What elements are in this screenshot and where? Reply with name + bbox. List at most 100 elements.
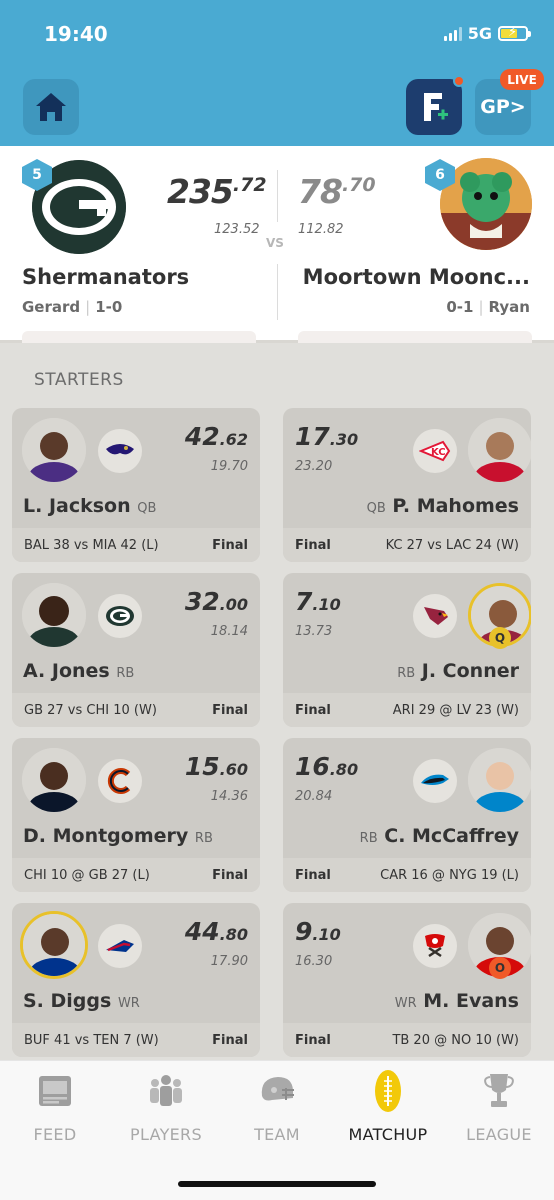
network-label: 5G (467, 24, 492, 43)
record-left: 1-0 (95, 298, 123, 316)
player-points: 44.80 (185, 917, 248, 946)
game-result: CAR 16 @ NYG 19 (L) (380, 867, 519, 883)
home-indicator[interactable] (178, 1181, 376, 1187)
game-status: Final (295, 867, 331, 883)
projected-left: 123.52 (214, 222, 260, 237)
team-name-left[interactable]: Shermanators (22, 265, 189, 289)
card-footer: GB 27 vs CHI 10 (W) Final (12, 693, 260, 727)
projected-points: 13.73 (295, 624, 333, 639)
player-position: RB (116, 666, 135, 681)
player-name: M. Evans (423, 990, 519, 1012)
tab-label: FEED (33, 1125, 77, 1144)
progress-stub-right (298, 331, 532, 343)
card-footer: CHI 10 @ GB 27 (L) Final (12, 858, 260, 892)
points-int: 32 (184, 587, 220, 616)
player-name: C. McCaffrey (384, 825, 519, 847)
tab-bar: FEED PLAYERS TEAM MATCHUP LEAGUE (0, 1060, 554, 1200)
player-photo (22, 748, 86, 812)
card-footer: Final ARI 29 @ LV 23 (W) (283, 693, 531, 727)
points-dec: .00 (219, 595, 248, 614)
game-status: Final (212, 867, 248, 883)
football-icon (368, 1070, 408, 1112)
tab-league[interactable]: LEAGUE (444, 1061, 554, 1161)
projected-points: 14.36 (210, 789, 248, 804)
projected-points: 20.84 (295, 789, 333, 804)
player-position: QB (137, 501, 157, 516)
player-position: QB (366, 501, 386, 516)
points-int: 16 (295, 752, 330, 781)
game-result: CHI 10 @ GB 27 (L) (24, 867, 150, 883)
tab-team[interactable]: TEAM (222, 1061, 332, 1161)
player-name-row: WR M. Evans (395, 990, 519, 1012)
tab-label: LEAGUE (466, 1125, 532, 1144)
player-card[interactable]: 42.62 19.70 L. Jackson QB BAL 38 vs MIA … (12, 408, 260, 562)
vs-label: VS (266, 236, 284, 250)
live-badge: LIVE (500, 69, 544, 90)
player-name: L. Jackson (23, 495, 131, 517)
player-card[interactable]: 15.60 14.36 D. Montgomery RB CHI 10 @ GB… (12, 738, 260, 892)
status-indicators: 5G ⚡ (443, 24, 531, 43)
f-plus-icon (424, 93, 448, 121)
helmet-icon (257, 1071, 297, 1111)
points-dec: .30 (329, 430, 359, 449)
trophy-icon (479, 1071, 519, 1111)
player-name: D. Montgomery (23, 825, 189, 847)
score-left: 235.72 (167, 172, 267, 211)
score-right-int: 78 (298, 172, 343, 211)
game-result: ARI 29 @ LV 23 (W) (392, 702, 519, 718)
projected-right: 112.82 (298, 222, 344, 237)
game-status: Final (295, 1032, 331, 1048)
player-card[interactable]: 17.30 23.20 KC QB P. Mahomes Final KC 27 … (283, 408, 531, 562)
player-name-row: L. Jackson QB (23, 495, 156, 517)
game-result: GB 27 vs CHI 10 (W) (24, 702, 157, 718)
points-int: 15 (184, 752, 220, 781)
player-points: 15.60 (185, 752, 248, 781)
home-button[interactable] (23, 79, 79, 135)
status-time: 19:40 (44, 22, 108, 46)
app-header: 19:40 5G ⚡ GP> LIVE (0, 0, 554, 146)
player-photo (20, 911, 88, 979)
questionable-badge: Q (489, 627, 511, 649)
player-card[interactable]: 32.00 18.14 A. Jones RB GB 27 vs CHI 10 … (12, 573, 260, 727)
score-left-dec: .72 (232, 174, 267, 196)
tab-label: TEAM (254, 1125, 300, 1144)
player-name: J. Conner (421, 660, 519, 682)
owner-left: Gerard (22, 298, 81, 316)
player-card[interactable]: 7.10 13.73 Q RB J. Conner Final ARI 29 @ … (283, 573, 531, 727)
player-card[interactable]: 44.80 17.90 S. Diggs WR BUF 41 vs TEN 7 … (12, 903, 260, 1057)
game-result: TB 20 @ NO 10 (W) (392, 1032, 519, 1048)
bears-logo-icon (98, 759, 142, 803)
points-dec: .62 (219, 430, 248, 449)
tab-feed[interactable]: FEED (0, 1061, 110, 1161)
player-card[interactable]: 9.10 16.30 O WR M. Evans Final TB 20 @ NO… (283, 903, 531, 1057)
tab-matchup[interactable]: MATCHUP (333, 1061, 443, 1161)
projected-points: 19.70 (210, 459, 248, 474)
player-points: 17.30 (295, 422, 358, 451)
player-name: S. Diggs (23, 990, 112, 1012)
ravens-logo-icon (98, 429, 142, 473)
owner-right: Ryan (488, 298, 530, 316)
player-position: RB (397, 666, 416, 681)
svg-text:KC: KC (431, 447, 446, 458)
game-result: KC 27 vs LAC 24 (W) (385, 537, 519, 553)
fantasy-add-button[interactable] (406, 75, 465, 135)
player-position: WR (117, 996, 140, 1011)
projected-points: 16.30 (295, 954, 333, 969)
divider-top (277, 170, 278, 222)
player-name: P. Mahomes (392, 495, 519, 517)
bills-logo-icon (98, 924, 142, 968)
player-card[interactable]: 16.80 20.84 RB C. McCaffrey Final CAR 16 … (283, 738, 531, 892)
game-status: Final (295, 702, 331, 718)
game-status: Final (212, 702, 248, 718)
team-name-right[interactable]: Moortown Moonc... (303, 265, 530, 289)
projected-points: 18.14 (210, 624, 248, 639)
notification-dot (453, 75, 465, 87)
player-name: A. Jones (23, 660, 110, 682)
tab-players[interactable]: PLAYERS (111, 1061, 221, 1161)
tab-label: PLAYERS (130, 1125, 202, 1144)
points-dec: .60 (219, 760, 248, 779)
game-status: Final (212, 1032, 248, 1048)
player-name-row: RB C. McCaffrey (360, 825, 519, 847)
tab-label: MATCHUP (348, 1125, 428, 1144)
section-title: STARTERS (34, 370, 124, 390)
